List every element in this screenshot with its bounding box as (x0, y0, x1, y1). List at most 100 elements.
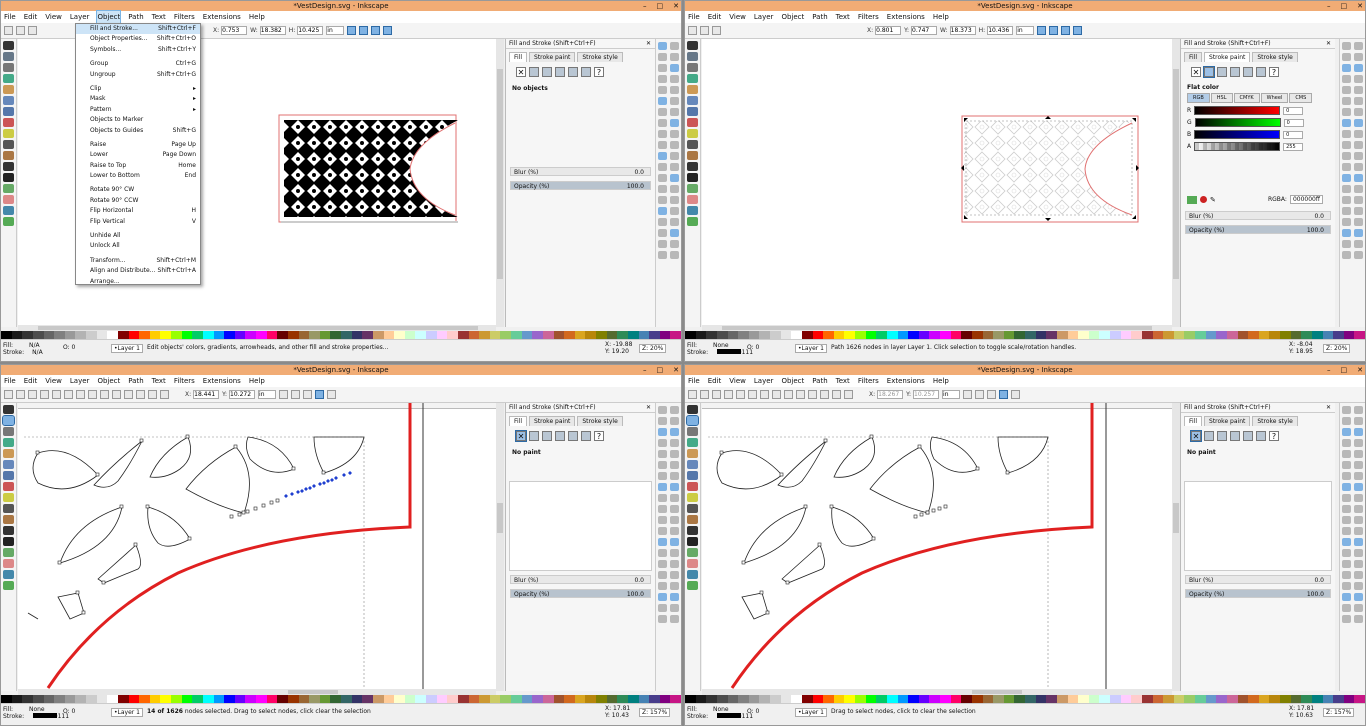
bucket-tool-icon[interactable] (687, 570, 698, 579)
palette-swatch[interactable] (1141, 331, 1153, 339)
palette-swatch[interactable] (1301, 695, 1312, 703)
bucket-tool-icon[interactable] (3, 570, 14, 579)
snap-option-icon[interactable] (670, 86, 680, 94)
palette-swatch[interactable] (362, 695, 373, 703)
node-tool-icon[interactable] (687, 52, 698, 61)
minimize-button[interactable]: – (1327, 365, 1331, 375)
palette-swatch[interactable] (1311, 695, 1323, 703)
palette-swatch[interactable] (511, 331, 522, 339)
snap-option-icon[interactable] (1354, 417, 1364, 425)
x-field[interactable]: X: (185, 390, 220, 399)
command-icon[interactable] (657, 240, 667, 248)
snap-option-icon[interactable] (1354, 75, 1364, 83)
palette-swatch[interactable] (759, 695, 770, 703)
command-icon[interactable] (657, 108, 667, 116)
palette-swatch[interactable] (1078, 331, 1089, 339)
snap-option-icon[interactable] (670, 615, 680, 623)
flat-color-icon[interactable] (529, 67, 539, 77)
w-field[interactable]: W: (250, 26, 286, 35)
snap-option-icon[interactable] (657, 417, 667, 425)
snap-option-icon[interactable] (670, 483, 680, 491)
snap-option-icon[interactable] (1354, 549, 1364, 557)
drawing-canvas[interactable] (702, 403, 1172, 693)
palette-swatch[interactable] (213, 331, 225, 339)
snap-option-icon[interactable] (1354, 505, 1364, 513)
menu-filters[interactable]: Filters (858, 375, 879, 387)
join-nodes-icon[interactable] (28, 390, 37, 399)
palette-swatch[interactable] (1110, 331, 1121, 339)
palette-swatch[interactable] (833, 695, 845, 703)
scale-corners-icon[interactable] (1049, 26, 1059, 35)
snap-option-icon[interactable] (657, 560, 667, 568)
tweak-tool-icon[interactable] (687, 427, 698, 436)
snap-option-icon[interactable] (657, 494, 667, 502)
palette-swatch[interactable] (532, 331, 543, 339)
join-segment-icon[interactable] (52, 390, 61, 399)
palette-swatch[interactable] (1120, 695, 1132, 703)
palette-swatch[interactable] (266, 331, 278, 339)
path-nodes[interactable] (35, 434, 326, 615)
radial-gradient-icon[interactable] (1230, 67, 1240, 77)
scale-stroke-icon[interactable] (1037, 26, 1047, 35)
snap-option-icon[interactable] (657, 571, 667, 579)
line-segment-icon[interactable] (124, 390, 133, 399)
snap-option-icon[interactable] (1354, 483, 1364, 491)
snap-option-icon[interactable] (657, 604, 667, 612)
move-patterns-icon[interactable] (383, 26, 393, 35)
menu-edit[interactable]: Edit (708, 11, 722, 23)
palette-swatch[interactable] (971, 695, 983, 703)
unit-select[interactable] (1016, 26, 1035, 35)
eraser-tool-icon[interactable] (3, 195, 14, 204)
palette-swatch[interactable] (961, 695, 972, 703)
channel-g-value[interactable]: 0 (1283, 118, 1304, 127)
spray-tool-icon[interactable] (687, 184, 698, 193)
palette-swatch[interactable] (1248, 331, 1259, 339)
snap-option-icon[interactable] (1341, 119, 1351, 127)
object-menu-item[interactable]: Symbols... Shift+Ctrl+Y (76, 45, 200, 55)
palette-swatch[interactable] (670, 695, 681, 703)
palette-swatch[interactable] (1163, 695, 1174, 703)
palette-swatch[interactable] (553, 695, 565, 703)
menu-path[interactable]: Path (128, 11, 143, 23)
star-tool-icon[interactable] (687, 493, 698, 502)
show-mask-icon[interactable] (975, 390, 985, 399)
snap-option-icon[interactable] (657, 549, 667, 557)
object-menu-item[interactable]: Group Ctrl+G (76, 59, 200, 69)
y-field[interactable]: Y: (904, 26, 938, 35)
palette-swatch[interactable] (1088, 331, 1100, 339)
rect-tool-icon[interactable] (687, 460, 698, 469)
snap-option-icon[interactable] (1341, 207, 1351, 215)
palette-swatch[interactable] (1, 695, 12, 703)
snap-option-icon[interactable] (670, 240, 680, 248)
snap-option-icon[interactable] (1354, 141, 1364, 149)
palette-swatch[interactable] (457, 331, 469, 339)
snap-option-icon[interactable] (657, 516, 667, 524)
snap-option-icon[interactable] (670, 42, 680, 50)
selector-tool-icon[interactable] (3, 41, 14, 50)
palette-swatch[interactable] (32, 331, 44, 339)
palette-swatch[interactable] (1354, 695, 1365, 703)
palette-swatch[interactable] (234, 331, 246, 339)
cusp-node-icon[interactable] (760, 390, 769, 399)
palette-swatch[interactable] (627, 695, 639, 703)
tab-stroke-style[interactable]: Stroke style (1252, 416, 1298, 426)
palette-swatch[interactable] (1173, 695, 1185, 703)
command-icon[interactable] (657, 152, 667, 160)
pattern-icon[interactable] (581, 67, 591, 77)
no-paint-icon[interactable]: ✕ (515, 430, 527, 442)
palette-swatch[interactable] (149, 331, 161, 339)
snap-option-icon[interactable] (670, 75, 680, 83)
layer-select[interactable]: •Layer 1 (795, 344, 827, 353)
star-tool-icon[interactable] (3, 493, 14, 502)
close-icon[interactable]: ✕ (1326, 403, 1331, 413)
palette-swatch[interactable] (489, 331, 501, 339)
text-tool-icon[interactable] (687, 173, 698, 182)
pen-tool-icon[interactable] (687, 162, 698, 171)
palette-swatch[interactable] (1173, 331, 1185, 339)
star-tool-icon[interactable] (687, 129, 698, 138)
palette-swatch[interactable] (886, 331, 898, 339)
minimize-button[interactable]: – (643, 365, 647, 375)
opacity-field[interactable]: O: 0 (747, 708, 759, 715)
opacity-slider[interactable]: Opacity (%) 100.0 (1185, 225, 1331, 234)
snap-option-icon[interactable] (670, 527, 680, 535)
